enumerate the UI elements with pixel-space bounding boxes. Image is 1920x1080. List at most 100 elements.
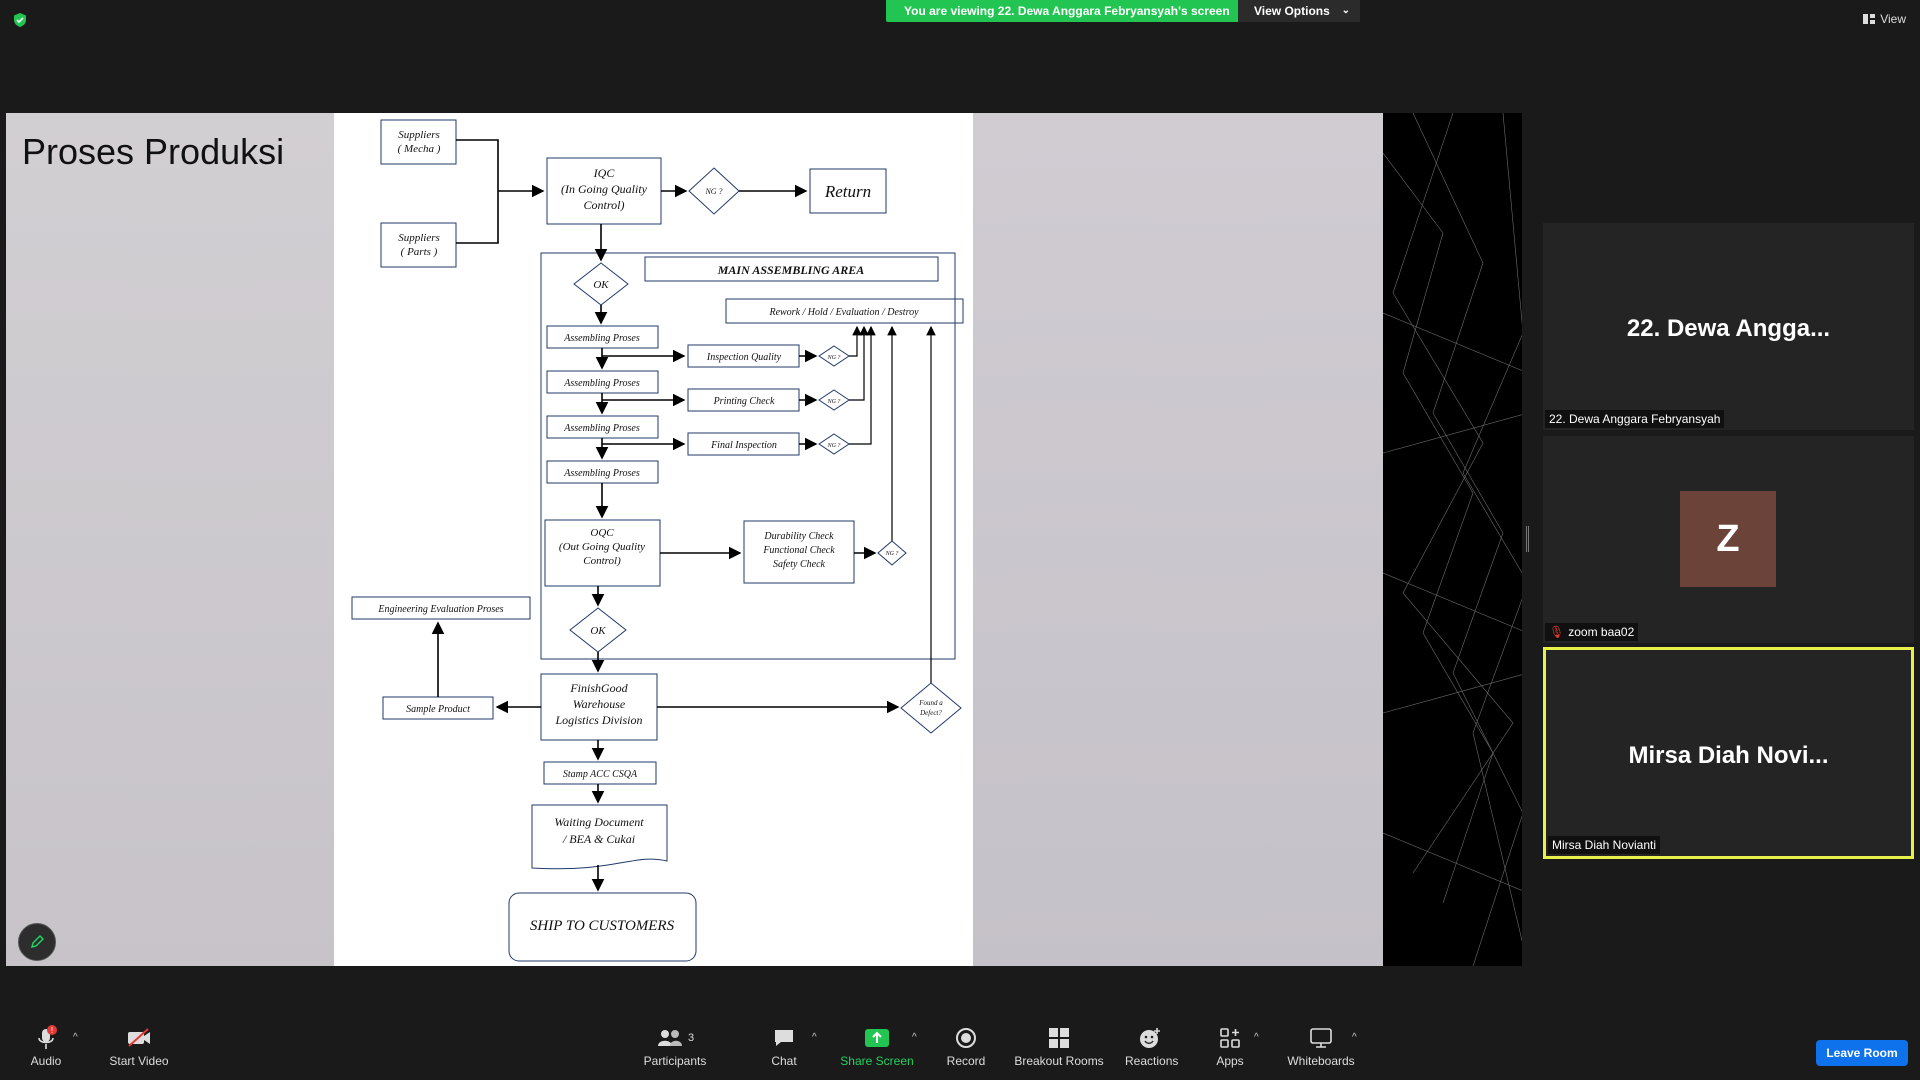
- audio-options-caret[interactable]: ^: [73, 1032, 78, 1043]
- inspection-quality-label: Inspection Quality: [706, 352, 782, 363]
- participants-icon: 3: [640, 1024, 710, 1052]
- participant-name-label-wrap: 🎙︎ zoom baa02: [1545, 623, 1639, 641]
- pencil-icon: [30, 934, 45, 949]
- security-shield-icon[interactable]: [12, 12, 28, 28]
- view-button-label: View: [1880, 12, 1906, 26]
- durability-line3: Safety Check: [773, 559, 825, 570]
- view-button[interactable]: View: [1863, 12, 1906, 26]
- view-options-label: View Options: [1254, 4, 1330, 18]
- leave-room-button[interactable]: Leave Room: [1816, 1040, 1908, 1066]
- whiteboard-icon: [1284, 1024, 1358, 1052]
- ng-label-3: NG ?: [827, 443, 841, 449]
- participant-name-label: zoom baa02: [1568, 625, 1635, 639]
- microphone-icon: !: [22, 1024, 70, 1052]
- apps-label: Apps: [1216, 1054, 1244, 1068]
- grid-view-icon: [1863, 14, 1876, 24]
- chat-options-caret[interactable]: ^: [812, 1032, 817, 1043]
- network-pattern-image: [1382, 113, 1522, 966]
- assembling-3: Assembling Proses: [563, 423, 640, 434]
- participant-name-label: Mirsa Diah Novianti: [1548, 836, 1661, 854]
- oqc-line3: Control): [583, 555, 621, 567]
- suppliers-parts-line2: ( Parts ): [401, 246, 438, 258]
- assembling-2: Assembling Proses: [563, 378, 640, 389]
- breakout-rooms-icon: [1012, 1024, 1106, 1052]
- finishgood-line3: Logistics Division: [554, 713, 642, 727]
- share-screen-label: Share Screen: [840, 1054, 914, 1068]
- suppliers-mecha-line1: Suppliers: [398, 129, 440, 141]
- ok-label-top: OK: [593, 279, 609, 291]
- annotate-pencil-button[interactable]: [18, 923, 56, 961]
- printing-check-label: Printing Check: [713, 396, 775, 407]
- chevron-down-icon: ⌄: [1341, 5, 1350, 16]
- durability-line1: Durability Check: [763, 531, 834, 542]
- chat-button[interactable]: Chat: [766, 1024, 802, 1068]
- final-inspection-label: Final Inspection: [710, 440, 777, 451]
- reactions-button[interactable]: Reactions: [1125, 1024, 1179, 1068]
- reactions-label: Reactions: [1125, 1054, 1179, 1068]
- audio-warning-badge: !: [51, 1026, 53, 1035]
- panel-resize-handle[interactable]: [1526, 526, 1529, 552]
- iqc-line3: Control): [584, 198, 625, 212]
- share-screen-icon: [840, 1024, 914, 1052]
- rework-label: Rework / Hold / Evaluation / Destroy: [768, 307, 919, 318]
- slide-background-right: [973, 113, 1383, 966]
- avatar: Z: [1680, 491, 1776, 587]
- viewing-screen-banner: You are viewing 22. Dewa Anggara Febryan…: [886, 0, 1248, 22]
- engineering-label: Engineering Evaluation Proses: [377, 604, 503, 615]
- return-label: Return: [824, 182, 871, 201]
- audio-label: Audio: [30, 1054, 62, 1068]
- participant-tile-2[interactable]: Z 🎙︎ zoom baa02: [1543, 436, 1914, 643]
- participant-tile-1[interactable]: 22. Dewa Angga... 22. Dewa Anggara Febry…: [1543, 223, 1914, 430]
- found-defect-line1: Found a: [918, 699, 943, 707]
- participant-tile-3-active-speaker[interactable]: Mirsa Diah Novi... Mirsa Diah Novianti: [1543, 647, 1914, 859]
- ng-label-2: NG ?: [827, 399, 841, 405]
- reactions-smiley-icon: [1125, 1024, 1175, 1052]
- shared-screen: Proses Produksi Suppliers (Mecha) Supp…: [6, 113, 1522, 966]
- apps-button[interactable]: Apps: [1212, 1024, 1248, 1068]
- whiteboards-label: Whiteboards: [1287, 1054, 1355, 1068]
- whiteboards-options-caret[interactable]: ^: [1352, 1032, 1357, 1043]
- chat-label: Chat: [771, 1054, 797, 1068]
- durability-line2: Functional Check: [762, 545, 835, 556]
- record-label: Record: [946, 1054, 986, 1068]
- breakout-rooms-label: Breakout Rooms: [1014, 1054, 1104, 1068]
- breakout-rooms-button[interactable]: Breakout Rooms: [1012, 1024, 1106, 1068]
- apps-icon: [1212, 1024, 1248, 1052]
- whiteboards-button[interactable]: Whiteboards: [1284, 1024, 1358, 1068]
- share-options-caret[interactable]: ^: [912, 1032, 917, 1043]
- participant-display-name: Mirsa Diah Novi...: [1628, 742, 1829, 769]
- ng-label-top: NG ?: [704, 187, 722, 196]
- apps-options-caret[interactable]: ^: [1254, 1032, 1259, 1043]
- ok-label-bottom: OK: [590, 625, 606, 637]
- waiting-line1: Waiting Document: [554, 815, 644, 829]
- assembling-4: Assembling Proses: [563, 468, 640, 479]
- waiting-line2: / BEA & Cukai: [562, 832, 635, 846]
- participants-count: 3: [687, 1032, 695, 1044]
- start-video-label: Start Video: [109, 1054, 169, 1068]
- main-assembling-area-label: MAIN ASSEMBLING AREA: [717, 263, 865, 277]
- slide-background: [6, 113, 334, 966]
- oqc-line1: OQC: [590, 527, 614, 539]
- ship-to-customers-label: SHIP TO CUSTOMERS: [530, 918, 675, 934]
- record-button[interactable]: Record: [942, 1024, 990, 1068]
- finishgood-line2: Warehouse: [573, 697, 626, 711]
- chat-icon: [766, 1024, 802, 1052]
- audio-button[interactable]: ! Audio: [22, 1024, 70, 1068]
- start-video-button[interactable]: Start Video: [104, 1024, 174, 1068]
- stamp-label: Stamp ACC CSQA: [563, 769, 638, 780]
- sample-product-label: Sample Product: [406, 704, 470, 715]
- participant-name-label: 22. Dewa Anggara Febryansyah: [1545, 410, 1725, 428]
- share-screen-button[interactable]: Share Screen: [840, 1024, 914, 1068]
- iqc-line1: IQC: [593, 166, 616, 180]
- slide-title: Proses Produksi: [22, 131, 285, 172]
- iqc-line2: (In Going Quality: [561, 182, 648, 196]
- ng-label-1: NG ?: [827, 355, 841, 361]
- video-off-icon: [104, 1024, 174, 1052]
- view-options-button[interactable]: View Options ⌄: [1238, 0, 1360, 22]
- flowchart-page: Suppliers ( Mecha ) Suppliers ( Parts ) …: [334, 113, 973, 966]
- found-defect-line2: Defect?: [919, 709, 942, 717]
- suppliers-mecha-line2: ( Mecha ): [398, 143, 441, 155]
- participants-button[interactable]: 3 Participants: [640, 1024, 710, 1068]
- assembling-1: Assembling Proses: [563, 333, 640, 344]
- top-bar: You are viewing 22. Dewa Anggara Febryan…: [0, 0, 1920, 28]
